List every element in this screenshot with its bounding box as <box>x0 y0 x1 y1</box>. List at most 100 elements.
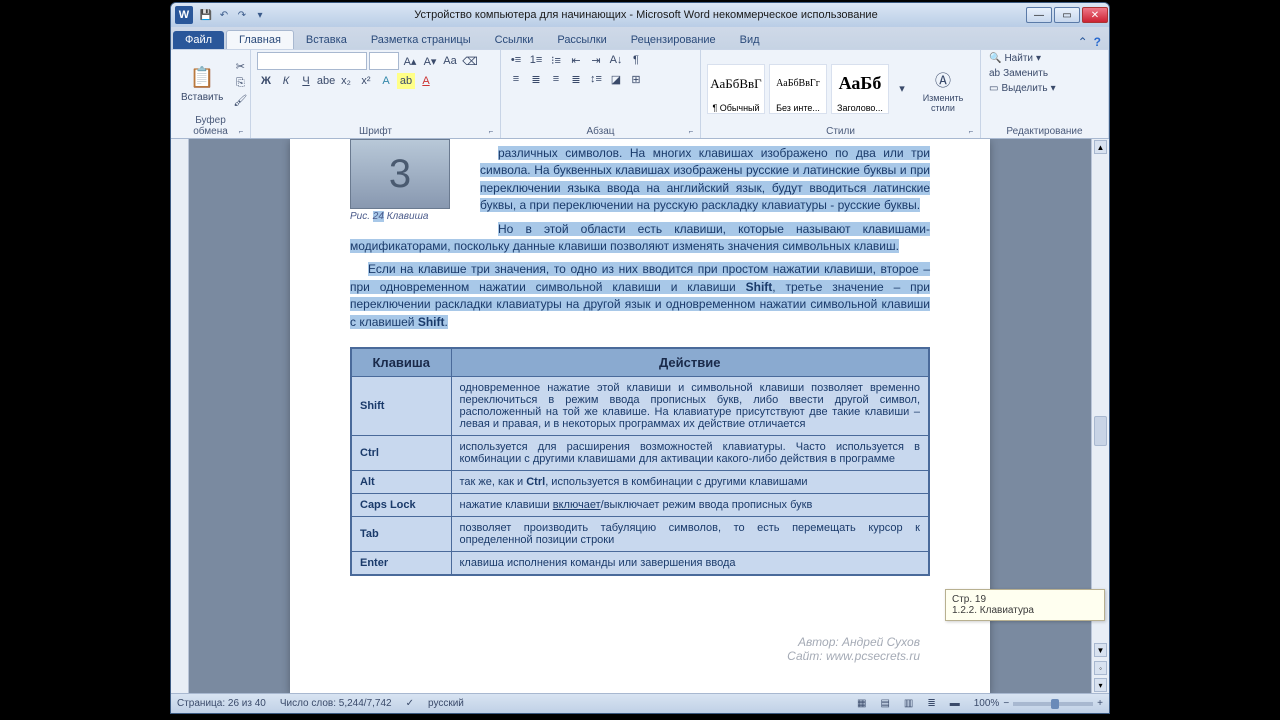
indent-dec-icon[interactable]: ⇤ <box>567 52 585 68</box>
align-right-icon[interactable]: ≡ <box>547 71 565 87</box>
table-row: Caps Lockнажатие клавиши включает/выключ… <box>351 493 929 516</box>
view-web-icon[interactable]: ▥ <box>904 698 913 709</box>
save-icon[interactable]: 💾 <box>199 8 213 22</box>
font-size-select[interactable] <box>369 52 399 70</box>
highlight-icon[interactable]: ab <box>397 73 415 89</box>
find-button[interactable]: 🔍Найти ▾ <box>987 52 1043 65</box>
view-draft-icon[interactable]: ▬ <box>950 698 960 709</box>
quick-access-toolbar: 💾 ↶ ↷ ▾ <box>199 8 267 22</box>
table-row: Altтак же, как и Ctrl, используется в ко… <box>351 470 929 493</box>
text-effects-icon[interactable]: A <box>377 73 395 89</box>
borders-icon[interactable]: ⊞ <box>627 71 645 87</box>
tab-review[interactable]: Рецензирование <box>619 31 728 49</box>
tab-file[interactable]: Файл <box>173 31 224 49</box>
numbering-icon[interactable]: 1≡ <box>527 52 545 68</box>
font-family-select[interactable] <box>257 52 367 70</box>
view-read-icon[interactable]: ▤ <box>880 698 889 709</box>
select-button[interactable]: ▭Выделить ▾ <box>987 82 1058 95</box>
zoom-in-icon[interactable]: + <box>1097 698 1103 709</box>
replace-button[interactable]: abЗаменить <box>987 67 1050 80</box>
dialog-launcher-icon[interactable]: ⌐ <box>236 127 246 137</box>
style-nospacing[interactable]: АаБбВвГгБез инте... <box>769 64 827 114</box>
tab-references[interactable]: Ссылки <box>483 31 546 49</box>
italic-button[interactable]: К <box>277 73 295 89</box>
minimize-button[interactable]: — <box>1026 7 1052 23</box>
prev-page-icon[interactable]: ◦ <box>1094 661 1107 675</box>
group-editing: 🔍Найти ▾ abЗаменить ▭Выделить ▾ Редактир… <box>981 50 1109 138</box>
tab-insert[interactable]: Вставка <box>294 31 359 49</box>
status-words[interactable]: Число слов: 5,244/7,742 <box>280 698 392 709</box>
multilevel-icon[interactable]: ⁝≡ <box>547 52 565 68</box>
paragraph: Если на клавише три значения, то одно из… <box>350 261 930 331</box>
dialog-launcher-icon[interactable]: ⌐ <box>966 127 976 137</box>
copy-icon[interactable]: ⎘ <box>231 75 249 91</box>
paste-label: Вставить <box>181 92 223 103</box>
underline-button[interactable]: Ч <box>297 73 315 89</box>
tab-view[interactable]: Вид <box>728 31 772 49</box>
scroll-thumb[interactable] <box>1094 416 1107 446</box>
scroll-up-icon[interactable]: ▲ <box>1094 140 1107 154</box>
maximize-button[interactable]: ▭ <box>1054 7 1080 23</box>
table-header: Клавиша <box>351 348 451 377</box>
subscript-icon[interactable]: x₂ <box>337 73 355 89</box>
group-label: Стили <box>826 126 855 137</box>
group-paragraph: •≡ 1≡ ⁝≡ ⇤ ⇥ A↓ ¶ ≡ ≣ ≡ ≣ ↕≡ ◪ ⊞ <box>501 50 701 138</box>
dialog-launcher-icon[interactable]: ⌐ <box>686 127 696 137</box>
ribbon-collapse-icon[interactable]: ⌃ <box>1078 35 1088 49</box>
cut-icon[interactable]: ✂ <box>231 58 249 74</box>
table-row: Ctrlиспользуется для расширения возможно… <box>351 435 929 470</box>
line-spacing-icon[interactable]: ↕≡ <box>587 71 605 87</box>
qat-dropdown-icon[interactable]: ▾ <box>253 8 267 22</box>
status-language[interactable]: русский <box>428 698 464 709</box>
help-icon[interactable]: ? <box>1094 35 1101 49</box>
redo-icon[interactable]: ↷ <box>235 8 249 22</box>
zoom-slider[interactable] <box>1013 702 1093 706</box>
change-styles-button[interactable]: Ⓐ Изменить стили <box>915 63 971 115</box>
select-icon: ▭ <box>989 83 998 94</box>
shrink-font-icon[interactable]: A▾ <box>421 53 439 69</box>
style-normal[interactable]: АаБбВвГ¶ Обычный <box>707 64 765 114</box>
undo-icon[interactable]: ↶ <box>217 8 231 22</box>
paste-button[interactable]: 📋 Вставить <box>177 62 227 105</box>
pilcrow-icon[interactable]: ¶ <box>627 52 645 68</box>
scroll-down-icon[interactable]: ▼ <box>1094 643 1107 657</box>
indent-inc-icon[interactable]: ⇥ <box>587 52 605 68</box>
sort-icon[interactable]: A↓ <box>607 52 625 68</box>
group-label: Редактирование <box>987 125 1102 138</box>
bullets-icon[interactable]: •≡ <box>507 52 525 68</box>
status-page[interactable]: Страница: 26 из 40 <box>177 698 266 709</box>
next-page-icon[interactable]: ▾ <box>1094 678 1107 692</box>
view-outline-icon[interactable]: ≣ <box>927 698 935 709</box>
change-styles-icon: Ⓐ <box>929 65 957 93</box>
strike-button[interactable]: abe <box>317 73 335 89</box>
status-proof-icon[interactable]: ✓ <box>406 698 414 709</box>
table-row: Tabпозволяет производить табуляцию симво… <box>351 516 929 551</box>
bold-button[interactable]: Ж <box>257 73 275 89</box>
close-button[interactable]: ✕ <box>1082 7 1108 23</box>
style-heading[interactable]: АаБбЗаголово... <box>831 64 889 114</box>
format-painter-icon[interactable]: 🖌 <box>231 92 249 108</box>
align-left-icon[interactable]: ≡ <box>507 71 525 87</box>
document-area: 3 Рис. 24 Клавиша различных символов. На… <box>171 139 1109 693</box>
shading-icon[interactable]: ◪ <box>607 71 625 87</box>
tab-layout[interactable]: Разметка страницы <box>359 31 483 49</box>
align-center-icon[interactable]: ≣ <box>527 71 545 87</box>
superscript-icon[interactable]: x² <box>357 73 375 89</box>
document-page[interactable]: 3 Рис. 24 Клавиша различных символов. На… <box>290 139 990 693</box>
figure: 3 Рис. 24 Клавиша <box>350 139 470 222</box>
tab-home[interactable]: Главная <box>226 30 294 49</box>
clear-format-icon[interactable]: ⌫ <box>461 53 479 69</box>
group-label: Буфер обмена⌐ <box>177 114 244 138</box>
view-print-icon[interactable]: ▦ <box>857 698 866 709</box>
watermark: Автор: Андрей Сухов Сайт: www.pcsecrets.… <box>787 635 920 663</box>
zoom-level[interactable]: 100% <box>974 698 1000 709</box>
grow-font-icon[interactable]: A▴ <box>401 53 419 69</box>
font-color-icon[interactable]: A <box>417 73 435 89</box>
styles-more-icon[interactable]: ▾ <box>893 81 911 97</box>
zoom-out-icon[interactable]: − <box>1003 698 1009 709</box>
dialog-launcher-icon[interactable]: ⌐ <box>486 127 496 137</box>
change-case-icon[interactable]: Aa <box>441 53 459 69</box>
align-justify-icon[interactable]: ≣ <box>567 71 585 87</box>
tab-mailings[interactable]: Рассылки <box>545 31 618 49</box>
vertical-ruler[interactable] <box>171 139 189 693</box>
